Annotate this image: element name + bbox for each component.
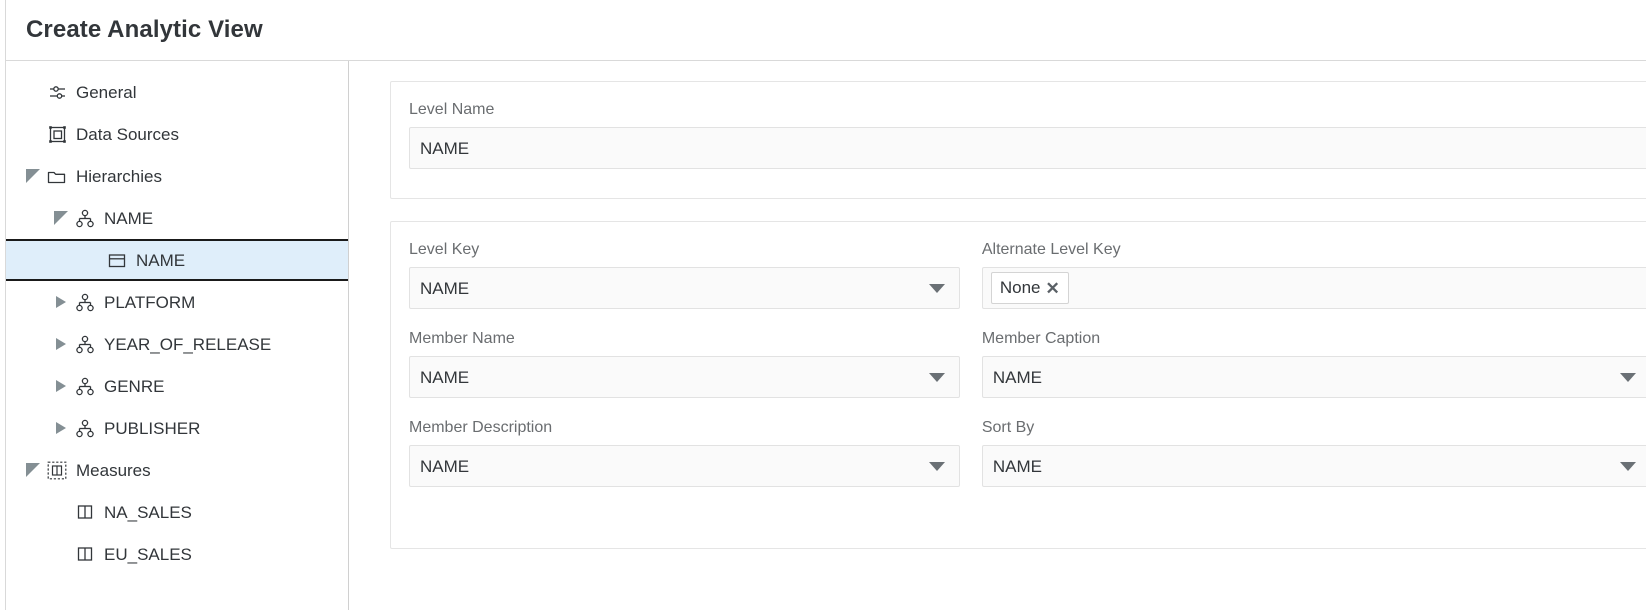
sliders-icon [44, 81, 70, 103]
sort-by-value: NAME [993, 458, 1042, 475]
member-name-field-group: Member Name NAME [409, 331, 960, 398]
twisty-collapsed-icon[interactable] [50, 407, 72, 449]
token-label: None [1000, 278, 1041, 298]
sidebar-item-hierarchy-genre[interactable]: GENRE [6, 365, 348, 407]
level-icon [104, 249, 130, 271]
level-key-label: Level Key [409, 242, 960, 258]
hierarchy-icon [72, 291, 98, 313]
member-caption-label: Member Caption [982, 331, 1646, 347]
close-icon[interactable]: ✕ [1045, 280, 1059, 297]
data-source-icon [44, 123, 70, 145]
level-key-select[interactable]: NAME [409, 267, 960, 309]
measures-icon [44, 459, 70, 481]
member-description-field-group: Member Description NAME [409, 420, 960, 487]
sidebar-item-measure-eu-sales[interactable]: EU_SALES [6, 533, 348, 575]
sidebar-item-label: PLATFORM [104, 294, 195, 311]
level-name-label: Level Name [409, 102, 1646, 118]
alternate-level-key-token[interactable]: None ✕ [991, 272, 1069, 304]
member-caption-value: NAME [993, 369, 1042, 386]
form-row-member-description: Member Description NAME Sort By NAME [409, 420, 1646, 487]
sort-by-select[interactable]: NAME [982, 445, 1646, 487]
sidebar-item-label: Data Sources [76, 126, 179, 143]
alternate-level-key-multi-input[interactable]: None ✕ [982, 267, 1646, 309]
hierarchy-icon [72, 333, 98, 355]
hierarchy-icon [72, 207, 98, 229]
member-description-select[interactable]: NAME [409, 445, 960, 487]
sidebar-item-hierarchy-name[interactable]: NAME [6, 197, 348, 239]
level-details-panel: Level Name NAME Level Key NAME Alternate… [350, 61, 1646, 610]
member-name-label: Member Name [409, 331, 960, 347]
form-row-member-name: Member Name NAME Member Caption NAME [409, 331, 1646, 398]
chevron-down-icon[interactable] [929, 284, 945, 293]
sidebar-item-label: EU_SALES [104, 546, 192, 563]
sort-by-label: Sort By [982, 420, 1646, 436]
sidebar-item-measures[interactable]: Measures [6, 449, 348, 491]
sidebar-item-label: GENRE [104, 378, 164, 395]
measure-icon [72, 543, 98, 565]
folder-icon [44, 165, 70, 187]
chevron-down-icon[interactable] [929, 373, 945, 382]
sidebar-item-measure-na-sales[interactable]: NA_SALES [6, 491, 348, 533]
member-description-value: NAME [420, 458, 469, 475]
sidebar-item-label: Measures [76, 462, 151, 479]
chevron-down-icon[interactable] [1620, 373, 1636, 382]
sidebar-item-level-name[interactable]: NAME [6, 239, 348, 281]
page-title: Create Analytic View [26, 16, 263, 44]
member-description-label: Member Description [409, 420, 960, 436]
sidebar-item-label: YEAR_OF_RELEASE [104, 336, 271, 353]
sidebar-item-hierarchy-publisher[interactable]: PUBLISHER [6, 407, 348, 449]
twisty-expanded-icon[interactable] [50, 197, 72, 239]
sidebar-item-data-sources[interactable]: Data Sources [6, 113, 348, 155]
create-analytic-view-dialog: Create Analytic View General [0, 0, 1646, 610]
hierarchy-icon [72, 375, 98, 397]
dialog-header: Create Analytic View [6, 0, 1646, 61]
member-name-value: NAME [420, 369, 469, 386]
twisty-expanded-icon[interactable] [22, 449, 44, 491]
level-name-input[interactable]: NAME [409, 127, 1646, 169]
level-name-card: Level Name NAME [390, 81, 1646, 199]
sidebar-item-general[interactable]: General [6, 71, 348, 113]
sidebar-item-label: PUBLISHER [104, 420, 200, 437]
twisty-expanded-icon[interactable] [22, 155, 44, 197]
chevron-down-icon[interactable] [929, 462, 945, 471]
twisty-placeholder [22, 113, 44, 155]
sidebar-item-label: NA_SALES [104, 504, 192, 521]
chevron-down-icon[interactable] [1620, 462, 1636, 471]
measure-icon [72, 501, 98, 523]
hierarchy-icon [72, 417, 98, 439]
level-key-value: NAME [420, 280, 469, 297]
twisty-collapsed-icon[interactable] [50, 323, 72, 365]
alternate-level-key-label: Alternate Level Key [982, 242, 1646, 258]
sidebar-item-label: NAME [104, 210, 153, 227]
level-key-field-group: Level Key NAME [409, 242, 960, 309]
member-caption-select[interactable]: NAME [982, 356, 1646, 398]
sidebar-item-hierarchy-year-of-release[interactable]: YEAR_OF_RELEASE [6, 323, 348, 365]
tree: General Data Sources [6, 61, 348, 575]
alternate-level-key-field-group: Alternate Level Key None ✕ [982, 242, 1646, 309]
level-name-value: NAME [420, 140, 469, 157]
sort-by-field-group: Sort By NAME [982, 420, 1646, 487]
member-caption-field-group: Member Caption NAME [982, 331, 1646, 398]
sidebar-item-hierarchy-platform[interactable]: PLATFORM [6, 281, 348, 323]
level-settings-card: Level Key NAME Alternate Level Key None … [390, 221, 1646, 549]
sidebar-item-label: Hierarchies [76, 168, 162, 185]
sidebar-item-label: General [76, 84, 136, 101]
sidebar-item-hierarchies[interactable]: Hierarchies [6, 155, 348, 197]
sidebar-tree-panel[interactable]: General Data Sources [6, 61, 349, 610]
twisty-collapsed-icon[interactable] [50, 365, 72, 407]
twisty-placeholder [22, 71, 44, 113]
twisty-collapsed-icon[interactable] [50, 281, 72, 323]
sidebar-item-label: NAME [136, 252, 185, 269]
member-name-select[interactable]: NAME [409, 356, 960, 398]
form-row-keys: Level Key NAME Alternate Level Key None … [409, 242, 1646, 309]
